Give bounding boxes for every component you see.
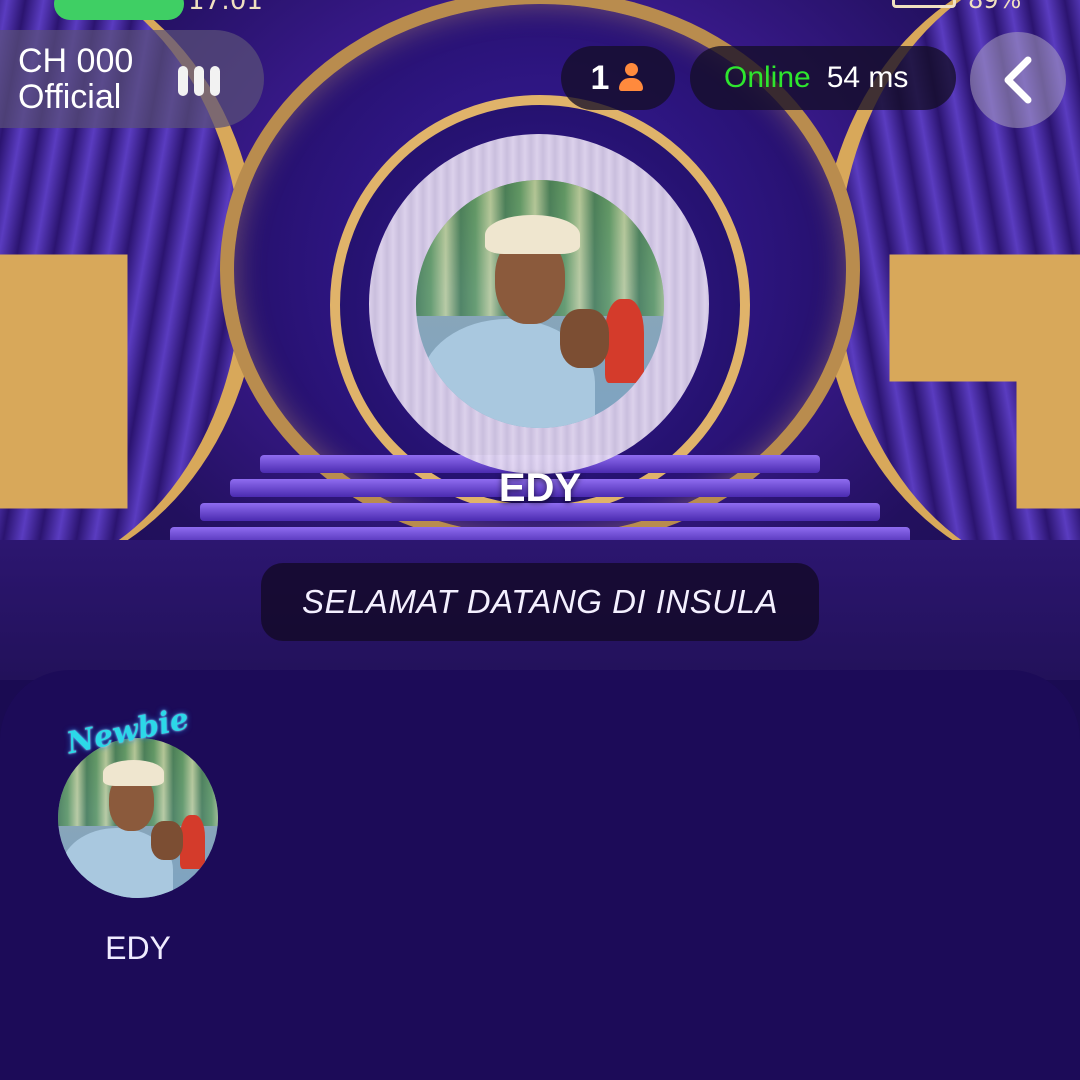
chevron-left-icon: [1004, 56, 1032, 104]
audio-bars-icon[interactable]: [178, 66, 220, 96]
member-avatar[interactable]: [58, 738, 218, 898]
welcome-banner: SELAMAT DATANG DI INSULA: [261, 563, 819, 641]
call-indicator-pill: [54, 0, 184, 20]
latency-value: 54 ms: [826, 61, 909, 94]
back-button[interactable]: [970, 32, 1066, 128]
battery-percent: 89%: [968, 0, 1022, 14]
channel-name: CH 000 Official: [18, 42, 134, 116]
battery-icon: [892, 0, 956, 8]
member-name: EDY: [105, 930, 171, 966]
host-name: EDY: [498, 466, 582, 510]
person-icon: [617, 63, 645, 93]
online-label: Online: [724, 61, 811, 94]
connection-status: Online 54 ms: [690, 46, 956, 110]
status-time: 17:01: [188, 0, 263, 16]
user-count-button[interactable]: 1: [561, 46, 675, 110]
channel-pill[interactable]: CH 000 Official: [0, 30, 264, 128]
host-avatar[interactable]: [416, 180, 664, 428]
user-count-value: 1: [590, 58, 610, 97]
